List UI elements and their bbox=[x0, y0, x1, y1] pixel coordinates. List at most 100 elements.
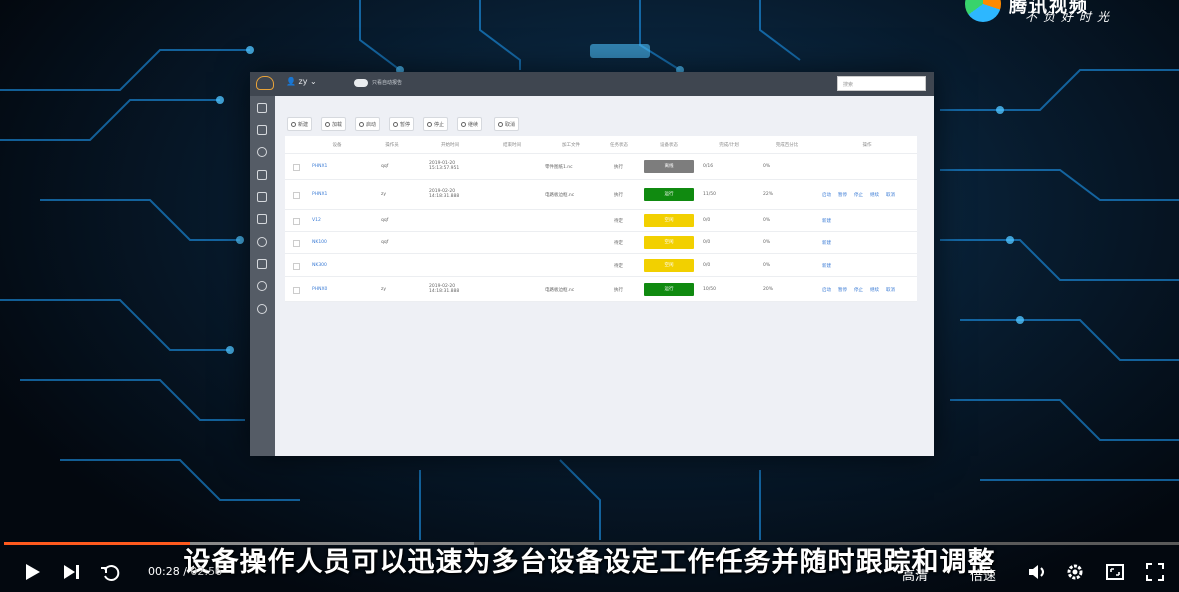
dashboard-icon[interactable] bbox=[257, 147, 267, 157]
speed-button[interactable]: 倍速 bbox=[970, 565, 996, 584]
percent-cell: 0% bbox=[763, 164, 771, 169]
table-row[interactable]: NK100 qqf 待定 空闲 0/0 0% 新建 bbox=[285, 232, 917, 254]
row-op-link[interactable]: 新建 bbox=[822, 241, 831, 246]
table-row[interactable]: NK300 待定 空闲 0/0 0% 新建 bbox=[285, 254, 917, 277]
device-link[interactable]: PHNX1 bbox=[312, 164, 327, 169]
chart-icon[interactable] bbox=[257, 170, 267, 180]
row-op-link[interactable]: 取消 bbox=[886, 193, 895, 198]
play-icon bbox=[359, 122, 364, 127]
device-link[interactable]: NK100 bbox=[312, 240, 327, 245]
cancel-button-label: 取消 bbox=[505, 122, 516, 128]
header-percent: 完成百分比 bbox=[757, 136, 817, 154]
row-checkbox[interactable] bbox=[293, 164, 300, 171]
new-button[interactable]: 新建 bbox=[287, 117, 313, 131]
task-table: 设备 操作员 开始时间 结束时间 加工文件 任务状态 设备状态 完成/计划 完成… bbox=[285, 136, 917, 302]
row-op-link[interactable]: 取消 bbox=[886, 288, 895, 293]
percent-cell: 20% bbox=[763, 286, 774, 292]
file-icon[interactable] bbox=[257, 214, 267, 224]
report-icon[interactable] bbox=[257, 259, 267, 269]
device-link[interactable]: V12 bbox=[312, 218, 321, 223]
device-status-badge: 运行 bbox=[644, 188, 694, 201]
loop-icon[interactable] bbox=[100, 562, 122, 584]
next-icon[interactable] bbox=[62, 563, 82, 581]
volume-icon[interactable] bbox=[1027, 562, 1047, 582]
row-op-link[interactable]: 停止 bbox=[854, 288, 863, 293]
search-input[interactable]: 搜索 bbox=[837, 76, 926, 91]
play-icon[interactable] bbox=[22, 562, 42, 582]
load-button-label: 加载 bbox=[332, 122, 343, 128]
cancel-button[interactable]: 取消 bbox=[494, 117, 520, 131]
stop-button[interactable]: 停止 bbox=[423, 117, 449, 131]
header-select bbox=[285, 136, 307, 154]
pause-button[interactable]: 暂停 bbox=[389, 117, 415, 131]
start-button[interactable]: 启动 bbox=[355, 117, 381, 131]
device-link[interactable]: PHNX0 bbox=[312, 287, 327, 292]
progress-cell: 10/50 bbox=[703, 286, 716, 292]
operator-cell: qqf bbox=[381, 164, 389, 169]
progress-cell: 11/50 bbox=[703, 192, 716, 197]
row-op-link[interactable]: 启动 bbox=[822, 193, 831, 198]
table-row[interactable]: V12 qqf 待定 空闲 0/0 0% 新建 bbox=[285, 210, 917, 232]
settings-icon[interactable] bbox=[257, 281, 267, 291]
logo-slogan: 不负好时光 bbox=[1025, 10, 1116, 24]
table-row[interactable]: PHNX1 zy 2019-02-20 14:18:31.888 电路板边框.nc 执行… bbox=[285, 180, 917, 210]
continue-button[interactable]: 继续 bbox=[457, 117, 483, 131]
fullscreen-icon[interactable] bbox=[1145, 562, 1165, 582]
gauge-icon[interactable] bbox=[257, 237, 267, 247]
device-status-badge: 空闲 bbox=[644, 258, 694, 272]
progress-cell: 0/16 bbox=[703, 164, 714, 169]
load-button[interactable]: 加载 bbox=[321, 117, 347, 131]
auto-report-toggle[interactable] bbox=[354, 79, 368, 87]
web-fullscreen-icon[interactable] bbox=[1105, 562, 1125, 582]
start-time-cell: 2019-02-20 14:18:31.888 bbox=[429, 283, 460, 294]
progress-cell: 0/0 bbox=[703, 240, 711, 245]
user-name: zy bbox=[298, 77, 308, 86]
device-status-badge: 运行 bbox=[644, 282, 694, 296]
row-op-link[interactable]: 暂停 bbox=[838, 288, 847, 293]
row-checkbox[interactable] bbox=[293, 218, 300, 225]
cloud-logo-icon bbox=[256, 76, 274, 90]
row-op-link[interactable]: 新建 bbox=[822, 219, 831, 224]
pause-button-label: 暂停 bbox=[400, 122, 411, 128]
image-icon[interactable] bbox=[257, 192, 267, 202]
home-icon[interactable] bbox=[257, 125, 267, 135]
progress-played[interactable] bbox=[4, 542, 190, 545]
pause-icon bbox=[393, 122, 398, 127]
document-icon[interactable] bbox=[257, 103, 267, 113]
header-operator: 操作员 bbox=[367, 136, 417, 154]
auto-report-toggle-label: 只看自动报告 bbox=[372, 80, 403, 86]
settings-gear-icon[interactable] bbox=[1065, 562, 1085, 582]
new-button-label: 新建 bbox=[298, 122, 309, 128]
operator-cell: zy bbox=[381, 192, 387, 197]
app-topbar: 👤 zy ⌄ 只看自动报告 搜索 bbox=[250, 72, 934, 96]
task-status-cell: 待定 bbox=[614, 263, 623, 269]
stop-icon bbox=[427, 122, 432, 127]
header-progress: 完成/计划 bbox=[701, 136, 757, 154]
row-operations: 新建 bbox=[822, 240, 838, 246]
table-row[interactable]: PHNX0 zy 2019-02-20 14:18:31.888 电路板边框.nc 执行… bbox=[285, 277, 917, 302]
row-op-link[interactable]: 继续 bbox=[870, 193, 879, 198]
video-frame[interactable]: 腾讯视频 不负好时光 👤 zy ⌄ 只看自动报告 搜索 新建 加载 启动 暂停 … bbox=[0, 0, 1179, 592]
device-link[interactable]: NK300 bbox=[312, 263, 327, 268]
row-checkbox[interactable] bbox=[293, 240, 300, 247]
row-op-link[interactable]: 启动 bbox=[822, 288, 831, 293]
file-cell: 零件图纸1.nc bbox=[545, 165, 573, 170]
cancel-icon bbox=[498, 122, 503, 127]
power-icon[interactable] bbox=[257, 304, 267, 314]
device-link[interactable]: PHNX1 bbox=[312, 192, 327, 197]
row-op-link[interactable]: 停止 bbox=[854, 193, 863, 198]
row-checkbox[interactable] bbox=[293, 192, 300, 199]
row-operations: 新建 bbox=[822, 218, 838, 224]
tencent-video-logo: 腾讯视频 不负好时光 bbox=[965, 0, 1155, 24]
row-op-link[interactable]: 继续 bbox=[870, 288, 879, 293]
user-menu[interactable]: 👤 zy ⌄ bbox=[286, 77, 317, 86]
row-op-link[interactable]: 暂停 bbox=[838, 193, 847, 198]
table-row[interactable]: PHNX1 qqf 2019-01-20 15:13:57.951 零件图纸1.nc 执… bbox=[285, 154, 917, 180]
continue-button-label: 继续 bbox=[468, 122, 479, 128]
header-end-time: 结束时间 bbox=[483, 136, 541, 154]
row-checkbox[interactable] bbox=[293, 262, 300, 270]
sidebar bbox=[250, 96, 275, 456]
row-checkbox[interactable] bbox=[293, 286, 300, 294]
row-op-link[interactable]: 新建 bbox=[822, 264, 831, 269]
quality-button[interactable]: 高清 bbox=[902, 565, 928, 584]
